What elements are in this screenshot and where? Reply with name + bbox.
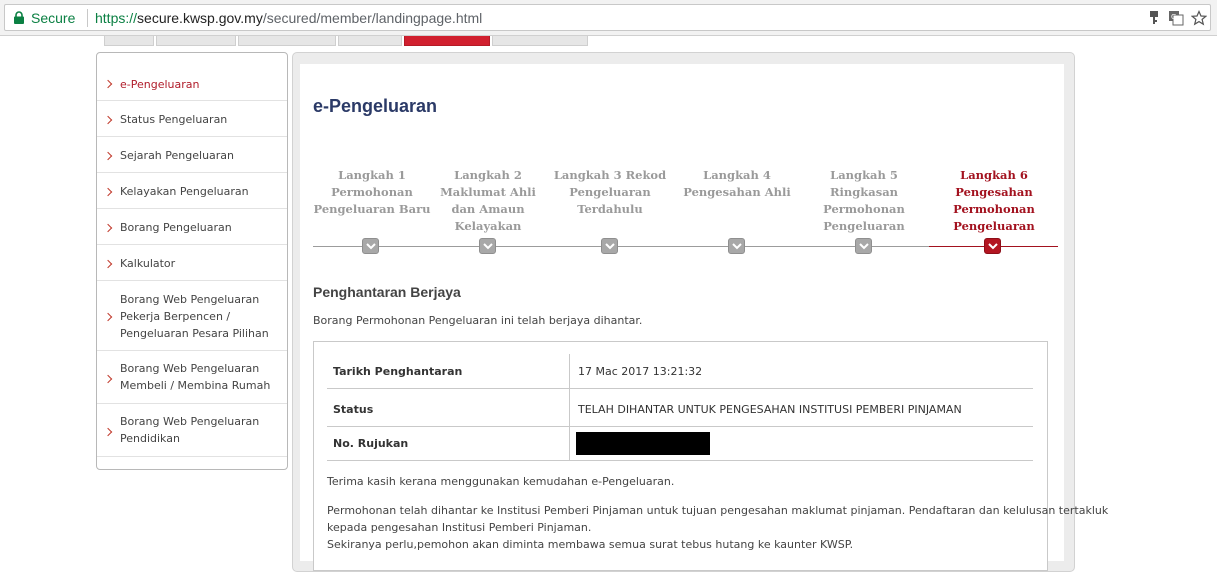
sidebar-item-label: Sejarah Pengeluaran: [120, 149, 235, 162]
sidebar-item-label: Borang Web Pengeluaran Membeli / Membina…: [120, 362, 271, 392]
sidebar-item-status-pengeluaran[interactable]: Status Pengeluaran: [97, 101, 287, 137]
step-2-label: Langkah 2 Maklumat Ahli dan Amaun Kelaya…: [440, 168, 536, 233]
url-text[interactable]: https://secure.kwsp.gov.my/secured/membe…: [95, 10, 482, 26]
chevron-right-icon: [103, 151, 113, 161]
section-title: Penghantaran Berjaya: [313, 284, 461, 300]
address-separator: [87, 9, 88, 27]
page-title: e-Pengeluaran: [313, 96, 438, 116]
reference-label: No. Rujukan: [333, 437, 409, 450]
secure-label: Secure: [31, 10, 76, 26]
tab-3[interactable]: [238, 36, 336, 46]
svg-text:G: G: [1171, 13, 1176, 21]
status-value: TELAH DIHANTAR UNTUK PENGESAHAN INSTITUS…: [578, 403, 962, 416]
key-icon[interactable]: [1146, 10, 1162, 26]
sidebar-item-label: Borang Pengeluaran: [120, 221, 232, 234]
chevron-down-icon: [366, 243, 376, 250]
row-divider: [327, 460, 1033, 461]
sidebar-item-sejarah-pengeluaran[interactable]: Sejarah Pengeluaran: [97, 137, 287, 173]
row-divider: [327, 426, 1033, 427]
column-divider: [569, 354, 570, 461]
step-4-label: Langkah 4 Pengesahan Ahli: [683, 168, 791, 199]
reference-value-redacted: [576, 432, 710, 455]
chevron-down-icon: [859, 243, 869, 250]
chevron-right-icon: [103, 374, 113, 384]
step-3-label: Langkah 3 Rekod Pengeluaran Terdahulu: [553, 168, 667, 216]
sidebar-item-pendidikan[interactable]: Borang Web Pengeluaran Pendidikan: [97, 404, 287, 457]
note-line-1: Permohonan telah dihantar ke Institusi P…: [327, 504, 1109, 517]
sidebar: e-Pengeluaran Status Pengeluaran Sejarah…: [96, 52, 288, 470]
chevron-right-icon: [103, 312, 113, 322]
note-line-3: Sekiranya perlu,pemohon akan diminta mem…: [327, 538, 854, 551]
sidebar-item-pekerja-berpencen[interactable]: Borang Web Pengeluaran Pekerja Berpencen…: [97, 281, 287, 351]
sidebar-item-label: Borang Web Pengeluaran Pekerja Berpencen…: [120, 293, 269, 340]
sidebar-item-kalkulator[interactable]: Kalkulator: [97, 245, 287, 281]
tab-2[interactable]: [156, 36, 236, 46]
chevron-down-icon: [988, 243, 998, 250]
step-1-marker: [362, 238, 379, 254]
chevron-right-icon: [103, 115, 113, 125]
sidebar-item-borang-pengeluaran[interactable]: Borang Pengeluaran: [97, 209, 287, 245]
chevron-right-icon: [103, 187, 113, 197]
sidebar-item-kelayakan-pengeluaran[interactable]: Kelayakan Pengeluaran: [97, 173, 287, 209]
address-bar[interactable]: Secure https://secure.kwsp.gov.my/secure…: [4, 4, 1211, 31]
step-4-marker: [728, 238, 745, 254]
chevron-right-icon: [103, 79, 113, 89]
chevron-down-icon: [605, 243, 615, 250]
url-host: secure.kwsp.gov.my: [137, 10, 263, 26]
date-value: 17 Mac 2017 13:21:32: [578, 365, 703, 378]
sidebar-item-membeli-rumah[interactable]: Borang Web Pengeluaran Membeli / Membina…: [97, 351, 287, 404]
sidebar-item-e-pengeluaran[interactable]: e-Pengeluaran: [97, 53, 287, 101]
status-label: Status: [333, 403, 374, 416]
row-divider: [327, 388, 1033, 389]
note-line-2: kepada pengesahan Institusi Pemberi Pinj…: [327, 521, 592, 534]
chevron-down-icon: [732, 243, 742, 250]
chevron-right-icon: [103, 259, 113, 269]
browser-toolbar: Secure https://secure.kwsp.gov.my/secure…: [0, 0, 1217, 36]
url-path: /secured/member/landingpage.html: [262, 10, 483, 26]
bookmark-star-icon[interactable]: [1191, 10, 1207, 26]
sidebar-item-label: Borang Web Pengeluaran Pendidikan: [120, 415, 260, 445]
step-5-marker: [855, 238, 872, 254]
sidebar-item-label: Kalkulator: [120, 257, 176, 270]
thanks-text: Terima kasih kerana menggunakan kemudaha…: [327, 475, 675, 488]
intro-text: Borang Permohonan Pengeluaran ini telah …: [313, 314, 643, 327]
sidebar-item-label: Status Pengeluaran: [120, 113, 228, 126]
step-3-marker: [601, 238, 618, 254]
sidebar-item-label: e-Pengeluaran: [120, 78, 200, 91]
tab-active[interactable]: [404, 36, 490, 46]
step-2-marker: [479, 238, 496, 254]
tab-6[interactable]: [492, 36, 588, 46]
sidebar-item-label: Kelayakan Pengeluaran: [120, 185, 249, 198]
translate-icon[interactable]: G: [1168, 10, 1184, 26]
chevron-right-icon: [103, 427, 113, 437]
tab-4[interactable]: [338, 36, 402, 46]
chevron-right-icon: [103, 223, 113, 233]
chevron-down-icon: [483, 243, 493, 250]
step-6-label: Langkah 6 Pengesahan Permohonan Pengelua…: [953, 168, 1035, 233]
url-scheme: https://: [95, 10, 138, 26]
date-label: Tarikh Penghantaran: [333, 365, 463, 378]
step-5-label: Langkah 5 Ringkasan Permohonan Pengeluar…: [823, 168, 905, 233]
step-6-marker: [984, 238, 1001, 254]
tab-1[interactable]: [104, 36, 154, 46]
stepper-track: [313, 246, 929, 247]
lock-icon: [14, 11, 24, 24]
step-1-label: Langkah 1 Permohonan Pengeluaran Baru: [313, 168, 431, 216]
